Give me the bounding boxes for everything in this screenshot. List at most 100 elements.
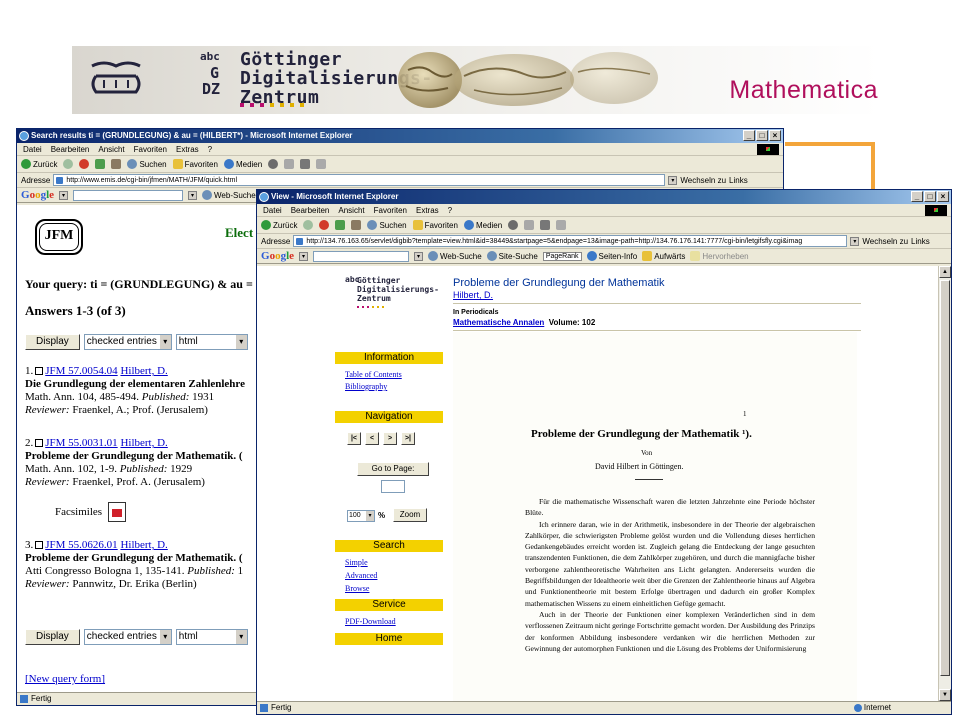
document-author-link[interactable]: Hilbert, D.: [453, 290, 493, 300]
address-input[interactable]: http://134.76.163.65/servlet/digbib?temp…: [293, 235, 848, 247]
author-link[interactable]: Hilbert, D.: [120, 539, 167, 551]
format-select[interactable]: html: [175, 629, 248, 645]
minimize-button[interactable]: _: [743, 130, 755, 141]
prev-page-button[interactable]: <: [365, 432, 379, 445]
minimize-button[interactable]: _: [911, 191, 923, 202]
goto-page-input[interactable]: [381, 480, 405, 493]
media-button[interactable]: Medien: [223, 159, 262, 169]
menu-favoriten[interactable]: Favoriten: [134, 143, 167, 155]
google-input-dropdown[interactable]: ▾: [414, 251, 424, 261]
google-dropdown[interactable]: ▾: [299, 251, 309, 261]
menu-ansicht[interactable]: Ansicht: [98, 143, 124, 155]
maximize-button[interactable]: □: [756, 130, 768, 141]
goto-page-button[interactable]: Go to Page:: [357, 462, 429, 476]
close-button[interactable]: ×: [769, 130, 781, 141]
edit-button[interactable]: [316, 159, 327, 169]
google-logo[interactable]: Google: [21, 189, 54, 201]
browser-window-viewer[interactable]: View - Microsoft Internet Explorer _ □ ×…: [256, 189, 952, 715]
print-button[interactable]: [540, 220, 551, 230]
periodical-link[interactable]: Mathematische Annalen: [453, 318, 544, 327]
next-page-button[interactable]: >: [383, 432, 397, 445]
advanced-search-link[interactable]: Advanced: [345, 571, 377, 580]
menu-bearbeiten[interactable]: Bearbeiten: [291, 204, 330, 216]
page-info-button[interactable]: Seiten-Info: [586, 251, 637, 261]
site-search-button[interactable]: Site-Suche: [486, 251, 538, 261]
web-search-button[interactable]: Web-Suche: [428, 251, 482, 261]
up-button[interactable]: Aufwärts: [642, 251, 685, 261]
edit-button[interactable]: [556, 220, 567, 230]
menu-datei[interactable]: Datei: [23, 143, 42, 155]
menu-help[interactable]: ?: [208, 143, 212, 155]
menu-datei[interactable]: Datei: [263, 204, 282, 216]
menu-extras[interactable]: Extras: [176, 143, 199, 155]
pdf-download-link[interactable]: PDF-Download: [345, 617, 396, 626]
google-logo[interactable]: Google: [261, 250, 294, 262]
simple-search-link[interactable]: Simple: [345, 558, 368, 567]
scroll-down-button[interactable]: ▼: [939, 689, 951, 701]
media-button[interactable]: Medien: [463, 220, 502, 230]
mail-button[interactable]: [284, 159, 295, 169]
browse-link[interactable]: Browse: [345, 584, 369, 593]
bibliography-link[interactable]: Bibliography: [345, 382, 387, 391]
pagerank-indicator[interactable]: PageRank: [542, 251, 582, 261]
google-search-input[interactable]: [313, 250, 410, 262]
search-button[interactable]: Suchen: [127, 159, 167, 169]
google-input-dropdown[interactable]: ▾: [188, 190, 198, 200]
maximize-button[interactable]: □: [924, 191, 936, 202]
scroll-up-button[interactable]: ▲: [939, 266, 951, 278]
window-title-bar[interactable]: Search results ti = (GRUNDLEGUNG) & au =…: [17, 129, 783, 143]
entries-select[interactable]: checked entries: [83, 629, 172, 645]
home-button[interactable]: [351, 220, 362, 230]
highlight-button[interactable]: Hervorheben: [690, 251, 749, 261]
address-dropdown[interactable]: ▾: [850, 236, 860, 246]
refresh-button[interactable]: [95, 159, 106, 169]
home-link[interactable]: Home: [335, 633, 443, 645]
result-checkbox[interactable]: [35, 439, 44, 448]
menu-ansicht[interactable]: Ansicht: [338, 204, 364, 216]
address-dropdown[interactable]: ▾: [668, 175, 678, 185]
favorites-button[interactable]: Favoriten: [172, 159, 218, 169]
display-button[interactable]: Display: [25, 334, 80, 350]
favorites-button[interactable]: Favoriten: [412, 220, 458, 230]
history-button[interactable]: [268, 159, 279, 169]
zoom-select[interactable]: 100: [347, 510, 375, 522]
author-link[interactable]: Hilbert, D.: [120, 437, 167, 449]
back-button[interactable]: Zurück: [261, 220, 297, 230]
new-query-link[interactable]: [New query form]: [25, 673, 105, 685]
stop-button[interactable]: [319, 220, 330, 230]
print-button[interactable]: [300, 159, 311, 169]
home-button[interactable]: [111, 159, 122, 169]
go-button[interactable]: Wechseln zu: [680, 176, 726, 185]
links-button[interactable]: Links: [911, 237, 930, 246]
mail-button[interactable]: [524, 220, 535, 230]
close-button[interactable]: ×: [937, 191, 949, 202]
search-button[interactable]: Suchen: [367, 220, 407, 230]
entries-select[interactable]: checked entries: [83, 334, 172, 350]
stop-button[interactable]: [79, 159, 90, 169]
forward-button[interactable]: [63, 159, 74, 169]
google-dropdown[interactable]: ▾: [59, 190, 69, 200]
web-search-button[interactable]: Web-Suche: [202, 190, 256, 200]
menu-bearbeiten[interactable]: Bearbeiten: [51, 143, 90, 155]
address-input[interactable]: http://www.emis.de/cgi-bin/jfmen/MATH/JF…: [53, 174, 666, 186]
refresh-button[interactable]: [335, 220, 346, 230]
go-button[interactable]: Wechseln zu: [862, 237, 908, 246]
first-page-button[interactable]: |<: [347, 432, 361, 445]
menu-extras[interactable]: Extras: [416, 204, 439, 216]
vertical-scrollbar[interactable]: ▲ ▼: [938, 266, 951, 701]
result-checkbox[interactable]: [35, 367, 44, 376]
menu-favoriten[interactable]: Favoriten: [374, 204, 407, 216]
links-button[interactable]: Links: [729, 176, 748, 185]
scroll-thumb[interactable]: [940, 280, 950, 676]
format-select[interactable]: html: [175, 334, 248, 350]
display-button[interactable]: Display: [25, 629, 80, 645]
result-checkbox[interactable]: [35, 541, 44, 550]
jfm-link[interactable]: JFM 55.0626.01: [45, 539, 117, 551]
jfm-link[interactable]: JFM 55.0031.01: [45, 437, 117, 449]
author-link[interactable]: Hilbert, D.: [120, 365, 167, 377]
last-page-button[interactable]: >|: [401, 432, 415, 445]
jfm-link[interactable]: JFM 57.0054.04: [45, 365, 117, 377]
history-button[interactable]: [508, 220, 519, 230]
zoom-button[interactable]: Zoom: [393, 508, 427, 522]
google-search-input[interactable]: [73, 189, 184, 201]
